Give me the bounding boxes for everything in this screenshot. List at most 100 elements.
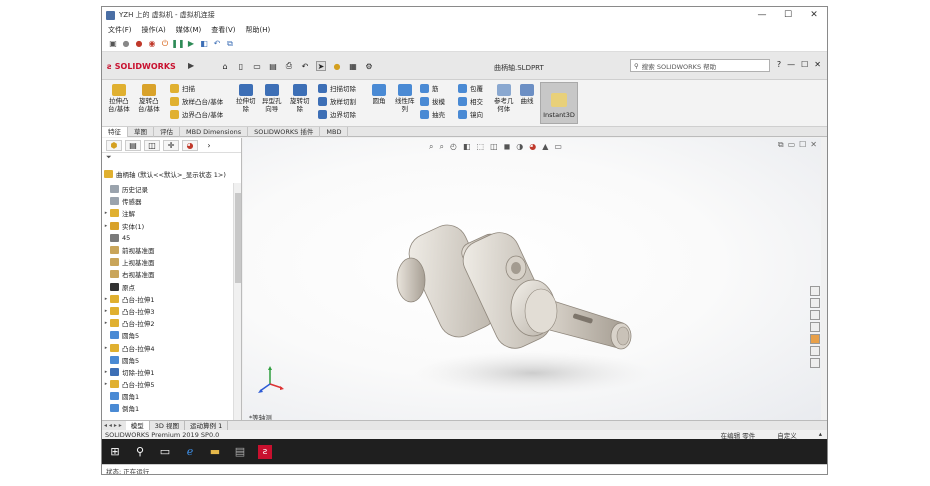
file-properties-icon[interactable]: ▦ <box>348 61 358 71</box>
save-icon[interactable]: ▤ <box>268 61 278 71</box>
tree-root[interactable]: 曲柄轴 (默认<<默认>_显示状态 1>) <box>104 168 226 180</box>
draft-button[interactable]: 拔模 <box>420 96 445 106</box>
new-document-icon[interactable]: ▯ <box>236 61 246 71</box>
print-icon[interactable]: ⎙ <box>284 61 294 71</box>
menu-file[interactable]: 文件(F) <box>108 25 132 35</box>
hole-wizard-button[interactable]: 异型孔 向导 <box>262 84 282 113</box>
rebuild-icon[interactable]: ● <box>332 61 342 71</box>
tab-navigation-arrows[interactable]: ◂ ◂ ▸ ▸ <box>104 422 122 429</box>
file-explorer-taskbar-icon[interactable]: ▬ <box>208 445 222 459</box>
appearance-icon[interactable]: ◕ <box>529 142 536 152</box>
crankshaft-model[interactable] <box>383 198 663 398</box>
tree-item[interactable]: 原点 <box>102 281 234 293</box>
tab-sketch[interactable]: 草图 <box>128 127 154 137</box>
fillet-button[interactable]: 圆角 <box>372 84 386 105</box>
tree-item[interactable]: 传感器 <box>102 195 234 207</box>
help-search-box[interactable]: ⚲ 搜索 SOLIDWORKS 帮助 <box>630 59 770 72</box>
undo-icon[interactable]: ↶ <box>300 61 310 71</box>
tree-item[interactable]: 45 <box>102 232 234 244</box>
expand-arrow-icon[interactable]: ▸ <box>102 369 110 375</box>
previous-view-icon[interactable]: ◴ <box>450 142 457 152</box>
appearances-icon[interactable] <box>810 334 820 344</box>
ctrl-alt-del-icon[interactable]: ▣ <box>108 39 118 49</box>
loft-cut-button[interactable]: 放样切割 <box>318 96 356 106</box>
tree-item[interactable]: ▸ 凸台-拉伸5 <box>102 378 234 390</box>
configuration-manager-tab-icon[interactable]: ◫ <box>144 139 160 151</box>
tab-mbd-dimensions[interactable]: MBD Dimensions <box>180 127 249 137</box>
zoom-area-icon[interactable]: ⌕ <box>439 142 443 152</box>
design-library-icon[interactable] <box>810 298 820 308</box>
solidworks-taskbar-icon[interactable]: ƨ <box>258 444 272 459</box>
tab-model[interactable]: 模型 <box>125 420 150 431</box>
loft-button[interactable]: 放样凸台/基体 <box>170 96 223 106</box>
enhanced-session-icon[interactable]: ⧉ <box>225 39 235 49</box>
turn-off-icon[interactable]: ● <box>134 39 144 49</box>
terminal-icon[interactable]: ▤ <box>233 445 247 459</box>
linear-pattern-button[interactable]: 线性阵 列 <box>395 84 415 113</box>
tab-evaluate[interactable]: 评估 <box>154 127 180 137</box>
sweep-cut-button[interactable]: 扫描切除 <box>318 83 356 93</box>
open-folder-icon[interactable]: ▭ <box>252 61 262 71</box>
tree-item[interactable]: 右视基准面 <box>102 268 234 280</box>
tree-item[interactable]: 倒角1 <box>102 402 234 414</box>
viewport-close-icon[interactable]: ✕ <box>810 140 817 150</box>
pause-icon[interactable]: ❚❚ <box>171 39 184 49</box>
curves-button[interactable]: 曲线 <box>520 84 534 105</box>
solidworks-forum-icon[interactable] <box>810 358 820 368</box>
cut-extrude-button[interactable]: 拉伸切 除 <box>236 84 256 113</box>
tree-item[interactable]: ▸ 凸台-拉伸4 <box>102 341 234 353</box>
rib-button[interactable]: 筋 <box>420 83 445 93</box>
viewport-tile-icon[interactable]: ▭ <box>788 140 796 150</box>
solidworks-resources-icon[interactable] <box>810 286 820 296</box>
tab-solidworks-addins[interactable]: SOLIDWORKS 插件 <box>248 127 321 137</box>
graphics-area[interactable]: ⌕ ⌕ ◴ ◧ ⬚ ◫ ◼ ◑ ◕ ▲ ▭ ⧉ ▭ ☐ ✕ *等轴测 <box>243 138 821 422</box>
viewport-maximize-icon[interactable]: ☐ <box>799 140 806 150</box>
maximize-button[interactable]: ☐ <box>775 7 801 23</box>
checkpoint-icon[interactable]: ◧ <box>199 39 209 49</box>
close-button[interactable]: ✕ <box>801 7 827 23</box>
cut-revolve-button[interactable]: 旋转切 除 <box>290 84 310 113</box>
sw-close-button[interactable]: ✕ <box>814 60 821 69</box>
menu-action[interactable]: 操作(A) <box>142 25 166 35</box>
funnel-icon[interactable]: ⏷ <box>102 153 241 163</box>
view-palette-icon[interactable] <box>810 322 820 332</box>
tab-features[interactable]: 特征 <box>102 127 128 137</box>
expand-arrow-icon[interactable]: ▸ <box>102 210 110 216</box>
status-expand-arrow[interactable]: ▴ <box>819 430 822 440</box>
dynamic-annotation-icon[interactable]: ⬚ <box>477 142 485 152</box>
tree-item[interactable]: 上视基准面 <box>102 256 234 268</box>
reference-geometry-button[interactable]: 参考几 何体 <box>494 84 514 113</box>
expand-arrow-icon[interactable]: ▸ <box>102 296 110 302</box>
help-question-icon[interactable]: ? <box>777 60 781 69</box>
windows-start-icon[interactable]: ⊞ <box>108 445 122 459</box>
tree-item[interactable]: ▸ 切除-拉伸1 <box>102 366 234 378</box>
tab-3d-views[interactable]: 3D 视图 <box>150 420 185 431</box>
zoom-to-fit-icon[interactable]: ⌕ <box>429 142 433 152</box>
sw-minimize-button[interactable]: — <box>787 60 795 69</box>
play-icon[interactable]: ▶ <box>186 39 196 49</box>
search-icon[interactable]: ⚲ <box>133 445 147 459</box>
view-settings-icon[interactable]: ▭ <box>554 142 562 152</box>
chevron-right-icon[interactable]: ▶ <box>188 61 194 70</box>
tree-item[interactable]: 前视基准面 <box>102 244 234 256</box>
home-icon[interactable]: ⌂ <box>220 61 230 71</box>
tree-item[interactable]: ▸ 凸台-拉伸2 <box>102 317 234 329</box>
feature-manager-tab-icon[interactable]: ⬢ <box>106 139 122 151</box>
expand-arrow-icon[interactable]: ▸ <box>102 320 110 326</box>
tree-item[interactable]: 圆角5 <box>102 329 234 341</box>
custom-properties-icon[interactable] <box>810 346 820 356</box>
hide-show-icon[interactable]: ◑ <box>516 142 523 152</box>
menu-view[interactable]: 查看(V) <box>211 25 235 35</box>
tree-item[interactable]: ▸ 凸台-拉伸3 <box>102 305 234 317</box>
tree-scrollbar[interactable] <box>233 183 241 420</box>
boundary-boss-button[interactable]: 边界凸台/基体 <box>170 109 223 119</box>
task-view-icon[interactable]: ▭ <box>158 445 172 459</box>
intersect-button[interactable]: 相交 <box>458 96 483 106</box>
boss-extrude-button[interactable]: 拉伸凸 台/基体 <box>108 84 130 113</box>
more-tabs-icon[interactable]: › <box>201 140 217 151</box>
sweep-button[interactable]: 扫描 <box>170 83 223 93</box>
solidworks-logo[interactable]: ƨ SOLIDWORKS <box>107 57 187 75</box>
mirror-button[interactable]: 镜向 <box>458 109 483 119</box>
tree-item[interactable]: 圆角1 <box>102 390 234 402</box>
options-gear-icon[interactable]: ⚙ <box>364 61 374 71</box>
